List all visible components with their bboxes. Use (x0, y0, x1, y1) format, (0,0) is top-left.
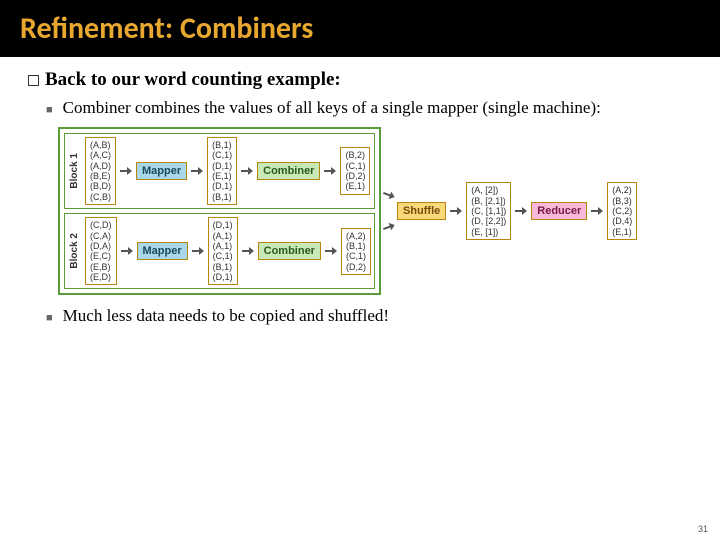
arrow-icon (450, 208, 462, 214)
mapper-box-1: Mapper (136, 162, 187, 180)
heading-text: Back to our word counting example: (45, 69, 341, 90)
arrow-icon (382, 190, 395, 200)
merge-arrows (383, 192, 395, 230)
reducer-output: (A,2) (B,3) (C,2) (D,4) (E,1) (607, 182, 637, 240)
arrow-icon (324, 168, 336, 174)
sub-bullet-icon: ■ (46, 104, 53, 116)
arrow-icon (325, 248, 337, 254)
arrow-icon (242, 248, 254, 254)
arrow-icon (121, 248, 133, 254)
slide-title: Refinement: Combiners (20, 10, 700, 47)
block-1-combout: (B,2) (C,1) (D,2) (E,1) (340, 147, 370, 194)
arrow-icon (591, 208, 603, 214)
bullet-1: ■ Combiner combines the values of all ke… (46, 97, 692, 119)
arrow-icon (191, 168, 203, 174)
block-2-mapout: (D,1) (A,1) (A,1) (C,1) (B,1) (D,1) (208, 217, 238, 285)
block-1-input: (A,B) (A,C) (A,D) (B,E) (B,D) (C,B) (85, 137, 116, 205)
shuffle-output: (A, [2]) (B, [2,1]) (C, [1,1]) (D, [2,2]… (466, 182, 511, 240)
bullet-1-text: Combiner combines the values of all keys… (63, 97, 601, 119)
block-1-mapout: (B,1) (C,1) (D,1) (E,1) (D,1) (B,1) (207, 137, 237, 205)
reducer-box: Reducer (531, 202, 587, 220)
pipeline-diagram: Block 1 (A,B) (A,C) (A,D) (B,E) (B,D) (C… (58, 127, 692, 295)
arrow-icon (241, 168, 253, 174)
bullet-2: ■ Much less data needs to be copied and … (46, 305, 692, 327)
arrow-icon (515, 208, 527, 214)
arrow-icon (382, 222, 395, 232)
shuffle-box: Shuffle (397, 202, 446, 220)
block-2-combout: (A,2) (B,1) (C,1) (D,2) (341, 228, 371, 275)
combiner-box-2: Combiner (258, 242, 321, 260)
after-shuffle-group: Shuffle (A, [2]) (B, [2,1]) (C, [1,1]) (… (397, 182, 637, 240)
block-2-label: Block 2 (68, 233, 81, 269)
block-2-row: Block 2 (C,D) (C,A) (D,A) (E,C) (E,B) (E… (64, 213, 375, 289)
square-bullet-icon (28, 75, 39, 86)
title-bar: Refinement: Combiners (0, 0, 720, 57)
combiner-box-1: Combiner (257, 162, 320, 180)
bullet-2-text: Much less data needs to be copied and sh… (63, 305, 389, 327)
arrow-icon (120, 168, 132, 174)
block-1-row: Block 1 (A,B) (A,C) (A,D) (B,E) (B,D) (C… (64, 133, 375, 209)
heading-row: Back to our word counting example: (28, 69, 692, 91)
mapper-box-2: Mapper (137, 242, 188, 260)
block-2-input: (C,D) (C,A) (D,A) (E,C) (E,B) (E,D) (85, 217, 117, 285)
content-area: Back to our word counting example: ■ Com… (0, 57, 720, 347)
arrow-icon (192, 248, 204, 254)
blocks-group: Block 1 (A,B) (A,C) (A,D) (B,E) (B,D) (C… (58, 127, 381, 295)
sub-bullet-icon: ■ (46, 312, 53, 324)
block-1-label: Block 1 (68, 153, 81, 189)
page-number: 31 (698, 524, 708, 534)
